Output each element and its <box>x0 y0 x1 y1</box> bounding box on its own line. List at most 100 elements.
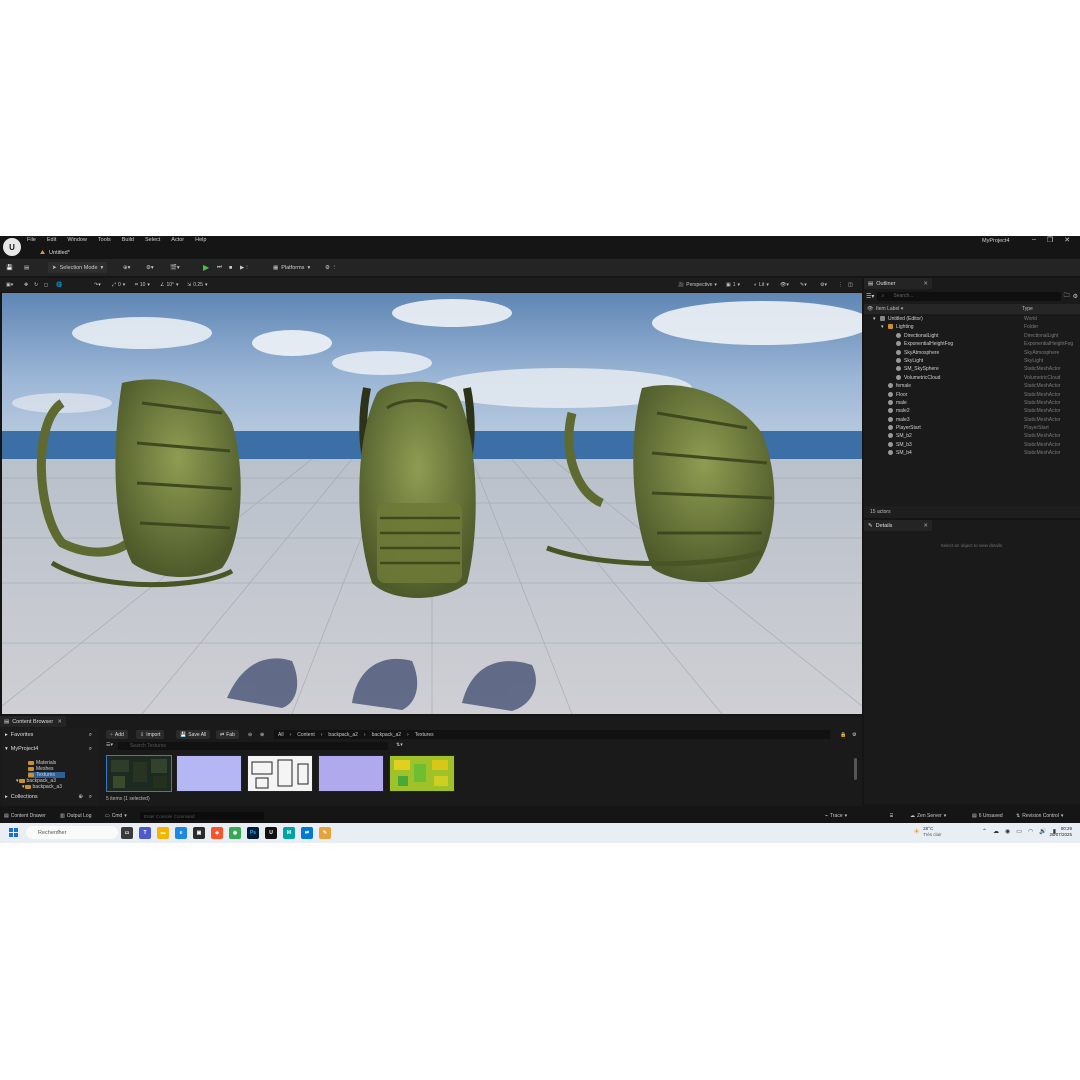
menu-select[interactable]: Select <box>145 237 160 243</box>
outliner-row[interactable]: SkyAtmosphere SkyAtmosphere <box>864 349 1080 357</box>
visibility-icon[interactable]: 👁 <box>867 306 873 312</box>
settings-icon[interactable]: ⚙▾ <box>820 280 827 290</box>
task-view-icon[interactable]: ▭ <box>121 827 133 839</box>
chevron-down-icon[interactable]: ▾ <box>881 324 884 330</box>
wifi-icon[interactable]: ◠ <box>1028 828 1033 835</box>
lit-dropdown[interactable]: ◐ Lit ▾ <box>754 280 769 290</box>
move-icon[interactable]: ✥ <box>24 280 28 290</box>
texture-thumbnail-orm[interactable] <box>389 755 455 792</box>
crumb-backpack-a2-sub[interactable]: backpack_a2 <box>372 732 401 738</box>
save-icon[interactable]: 💾 <box>6 262 13 273</box>
level-tab[interactable]: ⛰ Untitled* <box>30 248 78 258</box>
close-icon[interactable]: ✕ <box>57 719 62 725</box>
crumb-all[interactable]: All <box>278 732 284 738</box>
column-item-label[interactable]: Item Label ▾ <box>876 306 903 312</box>
scale-icon[interactable]: ◻ <box>44 280 48 290</box>
menu-file[interactable]: File <box>27 237 36 243</box>
content-drawer-button[interactable]: ▤ Content Drawer <box>4 813 46 819</box>
filter-icon[interactable]: ☰▾ <box>106 742 113 748</box>
content-icon[interactable]: ▤ <box>24 262 29 273</box>
store-icon[interactable]: ▣ <box>193 827 205 839</box>
surface-snap-icon[interactable]: ↷▾ <box>94 280 101 290</box>
search-icon[interactable]: ⌕ <box>89 732 92 739</box>
chevron-up-icon[interactable]: ⌃ <box>982 828 987 835</box>
favorites-section[interactable]: ▸ Favorites ⌕ <box>5 730 95 740</box>
transform-select-icon[interactable]: ▣▾ <box>6 280 13 290</box>
texture-thumbnail-normal-2[interactable] <box>318 755 384 792</box>
settings-icon[interactable]: ⚙ <box>1073 293 1078 300</box>
windows-start-icon[interactable] <box>9 828 18 837</box>
taskbar-search[interactable]: ⌕ Rechercher <box>26 826 118 839</box>
unreal-logo-icon[interactable]: U <box>3 238 21 256</box>
photoshop-icon[interactable]: Ps <box>247 827 259 839</box>
outliner-row[interactable]: SM_b2 StaticMeshActor <box>864 432 1080 440</box>
close-button[interactable]: ✕ <box>1064 236 1070 244</box>
outliner-row[interactable]: DirectionalLight DirectionalLight <box>864 332 1080 340</box>
asset-search-input[interactable]: Search Textures <box>118 742 388 750</box>
chrome-icon[interactable]: ◉ <box>229 827 241 839</box>
camera-speed[interactable]: ⤢ 0 ▾ <box>112 280 125 290</box>
screen-count[interactable]: ▣ 1 ▾ <box>726 280 740 290</box>
unreal-taskbar-icon[interactable]: U <box>265 827 277 839</box>
add-collection-icon[interactable]: ⊕ <box>78 794 83 800</box>
outliner-search-input[interactable]: ⌕ Search... <box>877 291 1061 301</box>
menu-help[interactable]: Help <box>195 237 206 243</box>
edge-icon[interactable]: e <box>175 827 187 839</box>
import-button[interactable]: ⇩ Import <box>136 730 165 739</box>
rotate-icon[interactable]: ↻ <box>34 280 38 290</box>
texture-thumbnail-normal[interactable] <box>176 755 242 792</box>
clock[interactable]: 00:29 26/07/2025 <box>1044 826 1072 838</box>
details-tab[interactable]: ✎ Details ✕ <box>864 520 932 531</box>
brush-icon[interactable]: ✎▾ <box>800 280 807 290</box>
crumb-backpack-a2[interactable]: backpack_a2 <box>328 732 357 738</box>
mode-dropdown[interactable]: ➤ Selection Mode ▾ <box>48 262 108 273</box>
play-button[interactable]: ▶ <box>203 262 209 273</box>
maximize-button[interactable]: ❐ <box>1047 236 1053 244</box>
layout-icon[interactable]: ◫ <box>848 280 853 290</box>
close-icon[interactable]: ✕ <box>923 281 928 287</box>
settings-icon[interactable]: ⚙ ⋮ <box>325 262 337 273</box>
paint-icon[interactable]: ✎ <box>319 827 331 839</box>
launch-button[interactable]: ▶⋮ <box>240 262 250 273</box>
megascans-icon[interactable]: M <box>283 827 295 839</box>
show-icon[interactable]: 👁▾ <box>780 280 789 290</box>
fab-button[interactable]: ⇄ Fab <box>216 730 239 739</box>
outliner-row[interactable]: male2 StaticMeshActor <box>864 407 1080 415</box>
add-folder-icon[interactable]: 🗀 <box>1064 291 1070 301</box>
history-back-icon[interactable]: ⊖ <box>244 730 256 739</box>
scale-snap[interactable]: ⇲ 0.25 ▾ <box>187 280 207 290</box>
file-explorer-icon[interactable]: ▬ <box>157 827 169 839</box>
world-local-icon[interactable]: 🌐 <box>56 280 62 290</box>
console-command-input[interactable]: Enter Console Command <box>140 812 264 820</box>
step-button[interactable]: ⏭ <box>217 262 222 273</box>
weather-widget[interactable]: ☀ 28°C Très clair <box>913 826 942 838</box>
add-button[interactable]: + Add <box>106 730 128 739</box>
outliner-row[interactable]: ExponentialHeightFog ExponentialHeightFog <box>864 340 1080 348</box>
zen-server-button[interactable]: ☁ Zen Server ▾ <box>910 813 946 819</box>
column-type[interactable]: Type <box>1022 306 1033 312</box>
texture-thumbnail-ao[interactable] <box>247 755 313 792</box>
derived-data-icon[interactable]: ⌸ <box>890 813 893 819</box>
outliner-row[interactable]: male StaticMeshActor <box>864 399 1080 407</box>
menu-actor[interactable]: Actor <box>171 237 184 243</box>
platforms-dropdown[interactable]: ▦ Platforms ▾ <box>273 262 310 273</box>
unsaved-button[interactable]: ▤ 6 Unsaved <box>972 813 1003 819</box>
settings-icon[interactable]: ⚙ <box>848 730 860 739</box>
collections-section[interactable]: ▸ Collections ⊕ ⌕ <box>5 792 95 802</box>
search-icon[interactable]: ⌕ <box>89 794 92 801</box>
menu-window[interactable]: Window <box>67 237 87 243</box>
outliner-row[interactable]: SM_b3 StaticMeshActor <box>864 441 1080 449</box>
blueprint-button[interactable]: ⚙▾ <box>146 262 154 273</box>
add-actor-button[interactable]: ⊕▾ <box>123 262 130 273</box>
perspective-dropdown[interactable]: 🎥 Perspective ▾ <box>678 280 717 290</box>
outliner-tab[interactable]: ▤ Outliner ✕ <box>864 278 932 289</box>
search-icon[interactable]: ⌕ <box>89 746 92 753</box>
project-section[interactable]: ▾ MyProject4 ⌕ <box>5 744 95 754</box>
trace-dropdown[interactable]: ⌁ Trace ▾ <box>825 813 847 819</box>
app-tray-icon[interactable]: ◉ <box>1005 828 1010 835</box>
crumb-textures[interactable]: Textures <box>415 732 434 738</box>
brave-icon[interactable]: ◆ <box>211 827 223 839</box>
asset-scrollbar[interactable] <box>854 758 857 780</box>
crumb-content[interactable]: Content <box>297 732 315 738</box>
display-icon[interactable]: ▭ <box>1016 828 1022 835</box>
